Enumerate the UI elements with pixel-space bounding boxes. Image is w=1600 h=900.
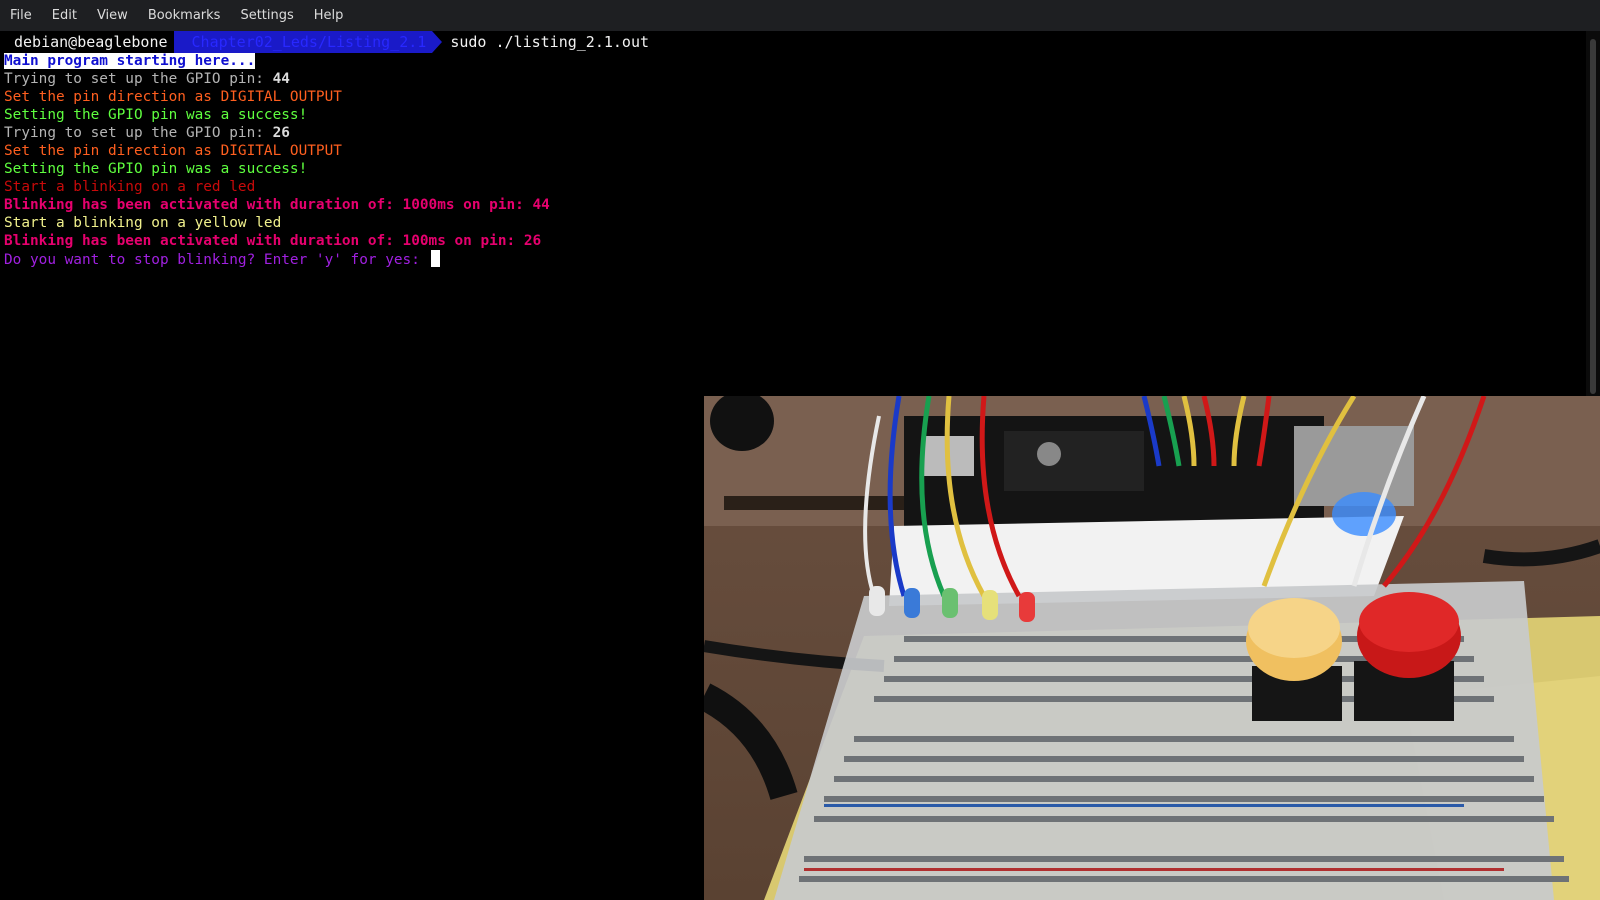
prompt-separator-icon [432, 31, 443, 53]
line-text: Trying to set up the GPIO pin: [4, 71, 273, 87]
prompt-path: Chapter02_Leds/Listing_2.1 [173, 31, 433, 53]
output-line: Set the pin direction as DIGITAL OUTPUT [4, 143, 342, 159]
camera-overlay [704, 396, 1600, 900]
pin-number: 26 [272, 125, 290, 141]
output-line: Setting the GPIO pin was a success! [4, 161, 308, 177]
scrollbar-thumb[interactable] [1590, 39, 1596, 394]
output-line: Start a blinking on a yellow led [4, 215, 282, 231]
breadboard-photo [704, 396, 1600, 900]
output-line: Main program starting here... [4, 52, 256, 70]
menu-help[interactable]: Help [304, 0, 354, 31]
output-line: Trying to set up the GPIO pin: 26 [4, 124, 290, 142]
output-line: Trying to set up the GPIO pin: 44 [4, 70, 290, 88]
output-line: Blinking has been activated with duratio… [4, 197, 550, 213]
prompt-user: debian@beaglebone [0, 31, 174, 53]
output-line: Set the pin direction as DIGITAL OUTPUT [4, 89, 342, 105]
output-line: Setting the GPIO pin was a success! [4, 107, 308, 123]
input-prompt-text: Do you want to stop blinking? Enter 'y' … [4, 252, 429, 268]
menu-bar: File Edit View Bookmarks Settings Help [0, 0, 1600, 31]
menu-settings[interactable]: Settings [230, 0, 303, 31]
input-prompt-line[interactable]: Do you want to stop blinking? Enter 'y' … [4, 250, 440, 268]
prompt-command: sudo ./listing_2.1.out [450, 33, 650, 51]
menu-bookmarks[interactable]: Bookmarks [138, 0, 231, 31]
text-cursor [430, 250, 440, 267]
menu-edit[interactable]: Edit [42, 0, 87, 31]
shell-prompt: debian@beaglebone Chapter02_Leds/Listing… [0, 31, 649, 53]
output-line: Blinking has been activated with duratio… [4, 233, 542, 249]
highlighted-text: Main program starting here... [4, 53, 256, 69]
menu-view[interactable]: View [87, 0, 138, 31]
line-text: Trying to set up the GPIO pin: [4, 125, 273, 141]
menu-file[interactable]: File [0, 0, 42, 31]
output-line: Start a blinking on a red led [4, 179, 256, 195]
pin-number: 44 [272, 71, 290, 87]
